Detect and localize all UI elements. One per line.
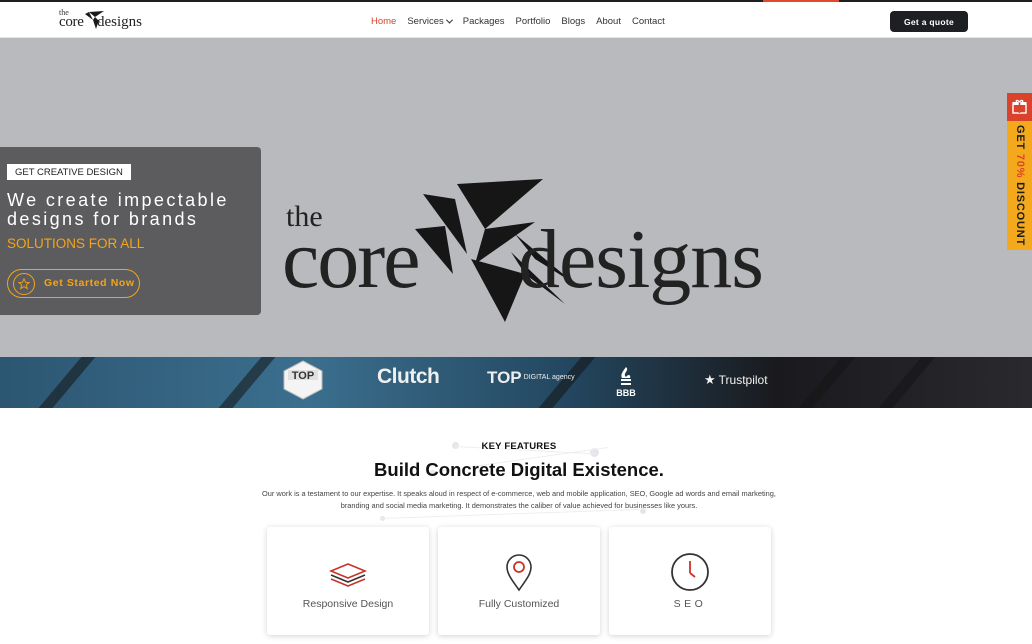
nav-item-contact[interactable]: Contact: [632, 14, 665, 28]
bbb-label: BBB: [616, 388, 636, 398]
feature-card-responsive-design[interactable]: Responsive Design: [267, 527, 429, 635]
nav-item-home[interactable]: Home: [371, 14, 396, 28]
gift-icon: [1007, 93, 1032, 121]
clutch-badge: Clutch: [377, 365, 440, 388]
site-logo[interactable]: the core designs: [59, 8, 143, 32]
nav-label: About: [596, 15, 621, 27]
top-digital-small-label: DIGITAL agency: [523, 374, 575, 381]
get-quote-button[interactable]: Get a quote: [890, 11, 968, 32]
get-started-button[interactable]: Get Started Now: [7, 269, 140, 298]
nav-label: Services: [407, 15, 444, 27]
hero-logo-designs: designs: [518, 213, 764, 306]
get-started-label: Get Started Now: [44, 277, 135, 289]
star-icon: [13, 273, 35, 295]
top-digital-agency-badge: TOP DIGITAL agency: [487, 368, 575, 388]
discount-text: GET 70% DISCOUNT: [1014, 125, 1026, 246]
nav-label: Blogs: [561, 15, 586, 27]
nav-label: Contact: [631, 15, 665, 27]
discount-percent: 70%: [1014, 153, 1026, 179]
hero-logo-core: core: [282, 213, 421, 306]
nav-item-blogs[interactable]: Blogs: [561, 14, 585, 28]
key-features-section: KEY FEATURES Build Concrete Digital Exis…: [0, 408, 1032, 644]
hero-section: GET CREATIVE DESIGN We create impectable…: [0, 38, 1032, 357]
nav-item-about[interactable]: About: [596, 14, 621, 28]
trustpilot-label: Trustpilot: [718, 373, 768, 387]
hero-logo: the core designs: [282, 174, 764, 324]
hero-card: GET CREATIVE DESIGN We create impectable…: [0, 147, 261, 315]
badges-strip: TOP Clutch TOP DIGITAL agency BBB ★ Trust…: [0, 357, 1032, 408]
logo-core: core: [59, 14, 84, 30]
strip-decoration: [798, 357, 856, 408]
strip-decoration: [38, 357, 96, 408]
top-badge-label: TOP: [291, 370, 315, 382]
logo-designs: designs: [97, 14, 142, 30]
layers-icon: [328, 563, 368, 587]
key-features-description: Our work is a testament to our expertise…: [262, 489, 776, 510]
clock-icon: [671, 553, 709, 591]
key-features-label: KEY FEATURES: [481, 441, 557, 452]
hero-subheading: SOLUTIONS FOR ALL: [7, 236, 145, 251]
feature-card-label: Responsive Design: [302, 598, 394, 610]
nav-label: Portfolio: [515, 15, 551, 27]
nav-item-portfolio[interactable]: Portfolio: [516, 14, 551, 28]
top-badge: TOP: [282, 360, 324, 400]
site-header: the core designs Home Services Packages …: [0, 2, 1032, 38]
main-nav: Home Services Packages Portfolio Blogs A…: [371, 14, 676, 28]
strip-decoration: [878, 357, 936, 408]
nav-label: Home: [371, 15, 397, 27]
trustpilot-star-icon: ★: [704, 372, 716, 387]
feature-card-seo[interactable]: SEO: [609, 527, 771, 635]
feature-card-label: Fully Customized: [478, 598, 560, 610]
hero-heading: We create impectable designs for brands: [7, 190, 229, 229]
key-features-title: Build Concrete Digital Existence.: [374, 459, 664, 480]
feature-card-fully-customized[interactable]: Fully Customized: [438, 527, 600, 635]
discount-side-tab[interactable]: GET 70% DISCOUNT: [1007, 93, 1032, 250]
strip-decoration: [218, 357, 276, 408]
bbb-torch-icon: [621, 367, 631, 385]
trustpilot-badge: ★ Trustpilot: [704, 372, 768, 388]
discount-suffix: DISCOUNT: [1014, 182, 1026, 246]
location-pin-icon: [506, 554, 532, 592]
nav-label: Packages: [462, 15, 505, 27]
discount-text-panel: GET 70% DISCOUNT: [1007, 121, 1032, 250]
bbb-badge: BBB: [614, 363, 638, 401]
chevron-down-icon: [445, 16, 453, 24]
discount-prefix: GET: [1014, 125, 1026, 151]
top-digital-label: TOP: [487, 368, 522, 387]
feature-card-label: SEO: [673, 598, 707, 610]
hero-tag: GET CREATIVE DESIGN: [7, 164, 131, 180]
nav-item-packages[interactable]: Packages: [463, 14, 505, 28]
nav-item-services[interactable]: Services: [407, 14, 453, 28]
